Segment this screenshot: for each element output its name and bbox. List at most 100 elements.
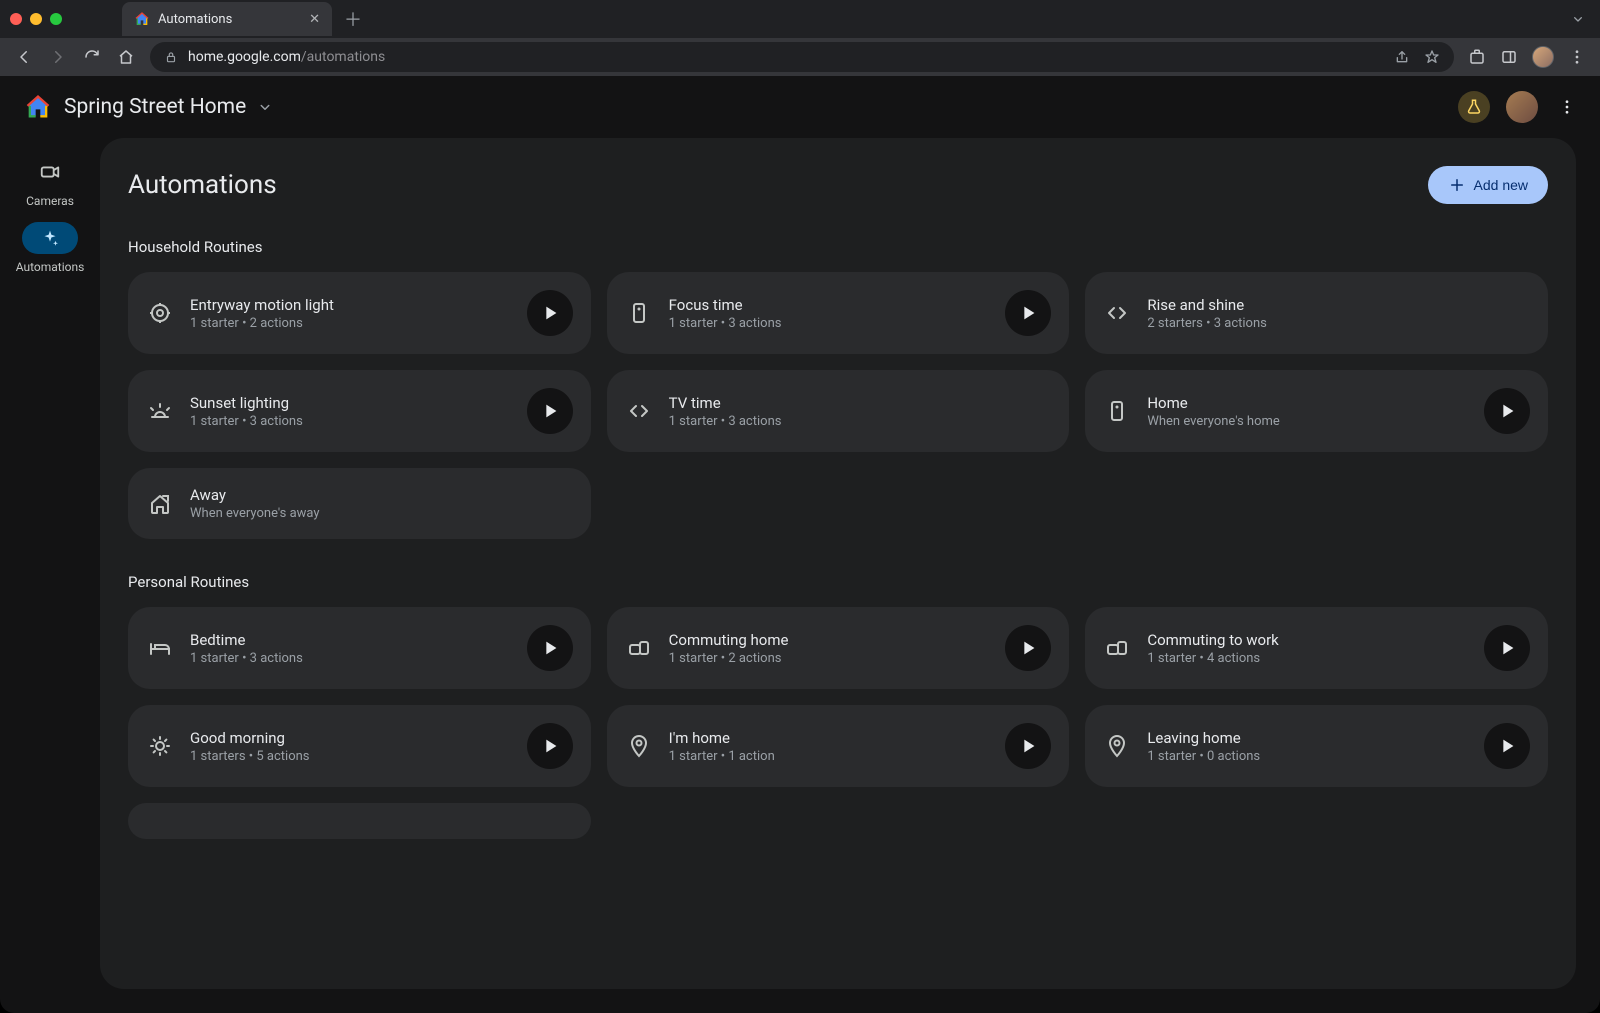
routine-subtitle: 1 starter • 1 action <box>669 749 990 764</box>
url-domain: home.google.com <box>188 49 301 65</box>
routine-card[interactable]: I'm home1 starter • 1 action <box>607 705 1070 787</box>
browser-menu-icon[interactable] <box>1568 48 1586 66</box>
routine-title: Rise and shine <box>1147 296 1530 314</box>
run-routine-button[interactable] <box>527 625 573 671</box>
side-panel-icon[interactable] <box>1500 48 1518 66</box>
window-maximize-button[interactable] <box>50 13 62 25</box>
run-routine-button[interactable] <box>1005 290 1051 336</box>
routine-card-body: Away When everyone's away <box>190 486 573 521</box>
household-grid: Entryway motion light1 starter • 2 actio… <box>128 272 1548 539</box>
routine-card-body: HomeWhen everyone's home <box>1147 394 1468 429</box>
routine-card[interactable]: HomeWhen everyone's home <box>1085 370 1548 452</box>
app-root: Spring Street Home Cameras Automations A… <box>0 76 1600 1013</box>
address-bar[interactable]: home.google.com/automations <box>150 42 1454 72</box>
routine-subtitle: 2 starters • 3 actions <box>1147 316 1530 331</box>
routine-card[interactable]: Leaving home 1 starter • 0 actions <box>1085 705 1548 787</box>
routine-title: Leaving home <box>1147 729 1468 747</box>
page-title: Automations <box>128 170 277 200</box>
routine-card[interactable] <box>128 803 591 839</box>
routine-card[interactable]: Focus time1 starter • 3 actions <box>607 272 1070 354</box>
section-title-personal: Personal Routines <box>128 573 1548 591</box>
run-routine-button[interactable] <box>527 290 573 336</box>
window-close-button[interactable] <box>10 13 22 25</box>
run-routine-button[interactable] <box>1484 388 1530 434</box>
routine-subtitle: 1 starter • 3 actions <box>669 414 1052 429</box>
routine-card-body: Rise and shine 2 starters • 3 actions <box>1147 296 1530 331</box>
tabs-overflow-button[interactable] <box>1570 11 1586 27</box>
routine-card-body: Focus time1 starter • 3 actions <box>669 296 990 331</box>
routine-card-body: Sunset lighting 1 starter • 3 actions <box>190 394 511 429</box>
sidebar-item-automations[interactable]: Automations <box>10 218 90 278</box>
routine-title: TV time <box>669 394 1052 412</box>
routine-subtitle: 1 starter • 0 actions <box>1147 749 1468 764</box>
code-icon <box>625 397 653 425</box>
routine-subtitle: 1 starter • 3 actions <box>190 414 511 429</box>
pin-icon <box>1103 732 1131 760</box>
app-menu-button[interactable] <box>1558 98 1576 116</box>
reload-button[interactable] <box>82 48 102 66</box>
run-routine-button[interactable] <box>1005 723 1051 769</box>
tab-bar: Automations ✕ ＋ <box>0 0 1600 38</box>
browser-tab[interactable]: Automations ✕ <box>122 2 332 36</box>
personal-grid: Bedtime 1 starter • 3 actions Commuting ho… <box>128 607 1548 787</box>
home-name: Spring Street Home <box>64 95 246 119</box>
routine-card[interactable]: Good morning1 starters • 5 actions <box>128 705 591 787</box>
tab-favicon-icon <box>134 11 150 27</box>
routine-subtitle: 1 starter • 4 actions <box>1147 651 1468 666</box>
add-new-label: Add new <box>1474 177 1528 193</box>
share-icon[interactable] <box>1394 49 1410 65</box>
new-tab-button[interactable]: ＋ <box>344 6 362 32</box>
routine-card[interactable]: Rise and shine 2 starters • 3 actions <box>1085 272 1548 354</box>
routine-card[interactable]: Commuting home 1 starter • 2 actions <box>607 607 1070 689</box>
profile-avatar-icon[interactable] <box>1532 46 1554 68</box>
sidebar-item-label: Cameras <box>26 194 74 208</box>
routine-subtitle: When everyone's away <box>190 506 573 521</box>
run-routine-button[interactable] <box>1484 625 1530 671</box>
close-tab-button[interactable]: ✕ <box>309 12 320 27</box>
routine-card[interactable]: TV time 1 starter • 3 actions <box>607 370 1070 452</box>
run-routine-button[interactable] <box>527 723 573 769</box>
routine-title: Commuting home <box>669 631 990 649</box>
routine-subtitle: 1 starters • 5 actions <box>190 749 511 764</box>
bookmark-icon[interactable] <box>1424 49 1440 65</box>
home-button[interactable] <box>116 48 136 66</box>
commute-icon <box>625 634 653 662</box>
routine-card[interactable]: Entryway motion light1 starter • 2 actio… <box>128 272 591 354</box>
browser-toolbar: home.google.com/automations <box>0 38 1600 76</box>
routine-title: Home <box>1147 394 1468 412</box>
account-avatar[interactable] <box>1506 91 1538 123</box>
labs-button[interactable] <box>1458 91 1490 123</box>
sidebar-item-label: Automations <box>16 260 85 274</box>
run-routine-button[interactable] <box>1005 625 1051 671</box>
back-button[interactable] <box>14 48 34 66</box>
routine-card[interactable]: Bedtime 1 starter • 3 actions <box>128 607 591 689</box>
sidebar-item-cameras[interactable]: Cameras <box>10 152 90 212</box>
sunset-icon <box>146 397 174 425</box>
routine-card[interactable]: Sunset lighting 1 starter • 3 actions <box>128 370 591 452</box>
pin-icon <box>625 732 653 760</box>
home-switcher-button[interactable] <box>256 98 274 116</box>
run-routine-button[interactable] <box>1484 723 1530 769</box>
routine-title: Sunset lighting <box>190 394 511 412</box>
panel-header: Automations Add new <box>128 166 1548 204</box>
app-header: Spring Street Home <box>0 76 1600 138</box>
run-routine-button[interactable] <box>527 388 573 434</box>
add-new-button[interactable]: Add new <box>1428 166 1548 204</box>
routine-card[interactable]: Commuting to work1 starter • 4 actions <box>1085 607 1548 689</box>
camera-icon <box>39 161 61 183</box>
window-minimize-button[interactable] <box>30 13 42 25</box>
bed-icon <box>146 634 174 662</box>
routine-card-body: Leaving home 1 starter • 0 actions <box>1147 729 1468 764</box>
routine-card[interactable]: Away When everyone's away <box>128 468 591 539</box>
main-panel: Automations Add new Household Routines E… <box>100 138 1576 989</box>
forward-button[interactable] <box>48 48 68 66</box>
routine-title: Bedtime <box>190 631 511 649</box>
routine-card-body: Commuting to work1 starter • 4 actions <box>1147 631 1468 666</box>
routine-title: Away <box>190 486 573 504</box>
google-home-logo-icon <box>24 93 52 121</box>
routine-subtitle: 1 starter • 2 actions <box>669 651 990 666</box>
routine-card-body: Entryway motion light1 starter • 2 actio… <box>190 296 511 331</box>
extensions-icon[interactable] <box>1468 48 1486 66</box>
browser-chrome: Automations ✕ ＋ home.google.com/automati… <box>0 0 1600 76</box>
routine-subtitle: 1 starter • 3 actions <box>190 651 511 666</box>
